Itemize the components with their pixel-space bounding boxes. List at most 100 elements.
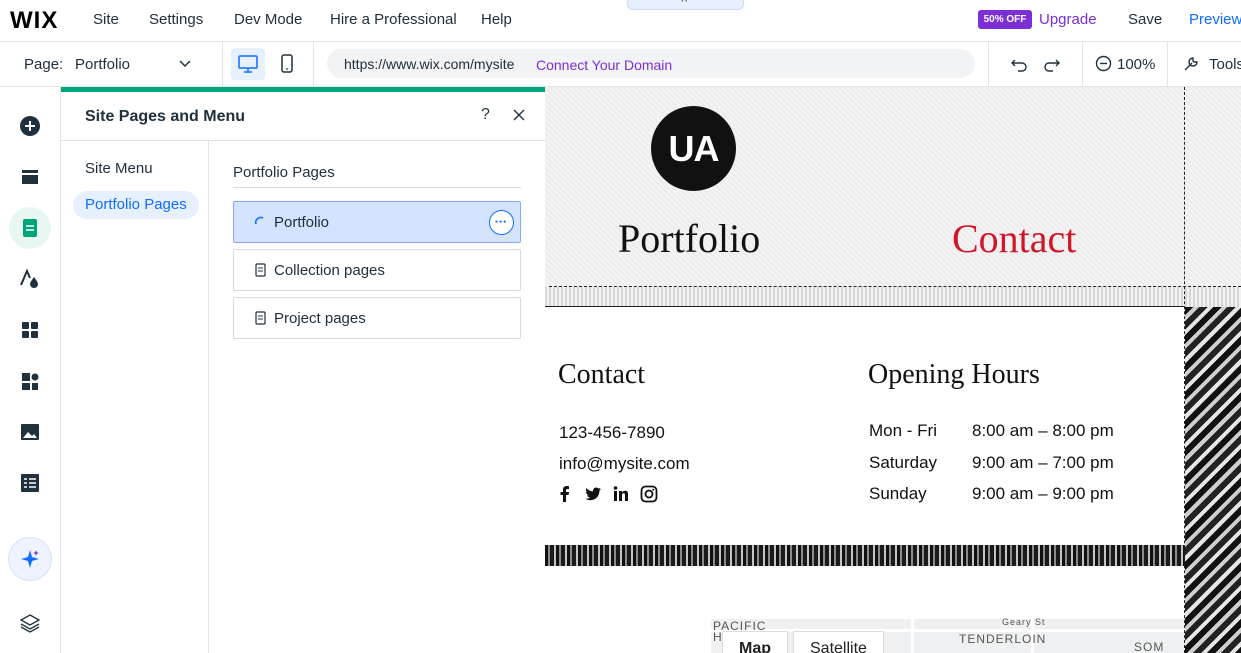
menu-site[interactable]: Site <box>93 11 119 28</box>
page-icon <box>255 263 266 277</box>
preview-button[interactable]: Preview <box>1189 11 1241 28</box>
linkedin-icon[interactable] <box>612 485 630 503</box>
side-photo[interactable] <box>1185 307 1241 653</box>
tools-icon[interactable] <box>1182 55 1200 73</box>
menu-dev-mode[interactable]: Dev Mode <box>234 11 302 28</box>
header-link-portfolio[interactable]: Portfolio <box>618 215 760 262</box>
page-selector[interactable]: Portfolio <box>75 56 130 73</box>
layers-icon <box>19 614 41 633</box>
redo-icon[interactable] <box>1042 54 1062 74</box>
email-text: info@mysite.com <box>559 454 690 473</box>
close-icon[interactable] <box>512 108 526 122</box>
media-button[interactable] <box>9 411 51 453</box>
page-row-label: Project pages <box>274 310 366 327</box>
map-label: Geary St <box>1002 617 1046 627</box>
panel-title: Site Pages and Menu <box>85 108 246 125</box>
editor-toolbar: Page: Portfolio https://www.wix.com/mysi… <box>0 42 1241 87</box>
add-elements-button[interactable] <box>9 105 51 147</box>
header-link-contact[interactable]: Contact <box>952 215 1076 262</box>
pages-button[interactable] <box>9 207 51 249</box>
undo-icon[interactable] <box>1009 54 1029 74</box>
cms-icon <box>21 474 39 492</box>
nav-site-menu[interactable]: Site Menu <box>73 155 165 183</box>
divider <box>1082 42 1083 86</box>
ai-icon <box>21 550 39 568</box>
more-actions-button[interactable] <box>489 210 514 235</box>
hours-day: Saturday <box>869 453 938 472</box>
hours-time: 9:00 am – 7:00 pm <box>972 453 1114 472</box>
mobile-view-button[interactable] <box>277 50 297 78</box>
page-row-label: Collection pages <box>274 262 385 279</box>
instagram-icon[interactable] <box>640 485 658 503</box>
desktop-icon <box>238 55 258 73</box>
left-sidebar <box>0 87 61 653</box>
contact-section[interactable]: Contact 123-456-7890 info@mysite.com Ope… <box>545 307 1185 545</box>
desktop-view-button[interactable] <box>231 48 265 80</box>
loading-spinner-icon <box>254 216 264 225</box>
menus-button[interactable] <box>9 156 51 198</box>
phone-text: 123-456-7890 <box>559 423 665 442</box>
ai-assistant-button[interactable] <box>9 538 51 580</box>
zoom-out-icon[interactable] <box>1095 55 1112 72</box>
map-label: TENDERLOIN <box>959 632 1047 646</box>
tools-button[interactable]: Tools <box>1209 56 1241 73</box>
page-row-label: Portfolio <box>274 214 330 231</box>
save-button[interactable]: Save <box>1128 11 1162 28</box>
apps-button[interactable] <box>9 309 51 351</box>
nav-portfolio-pages[interactable]: Portfolio Pages <box>73 191 199 219</box>
sale-badge: 50% OFF <box>978 10 1032 29</box>
photo-strip[interactable] <box>545 545 1185 566</box>
chevron-up-icon: ˄ <box>681 0 688 6</box>
page-row-portfolio[interactable]: Portfolio <box>233 201 521 243</box>
site-logo[interactable]: UA <box>651 106 736 191</box>
help-icon[interactable]: ? <box>481 106 490 124</box>
hours-day: Sunday <box>869 484 927 503</box>
layers-button[interactable] <box>9 602 51 644</box>
menu-settings[interactable]: Settings <box>149 11 203 28</box>
business-tools-button[interactable] <box>9 360 51 402</box>
divider <box>233 187 521 188</box>
connect-domain-link[interactable]: Connect Your Domain <box>536 57 672 73</box>
apps-icon <box>22 322 38 338</box>
menu-help[interactable]: Help <box>481 11 512 28</box>
map-label: SOM <box>1134 640 1165 653</box>
menus-icon <box>22 170 38 184</box>
zoom-level[interactable]: 100% <box>1117 56 1155 73</box>
page-row-collection-pages[interactable]: Collection pages <box>233 249 521 291</box>
map-widget[interactable]: PACIFIC H TENDERLOIN SOM Geary St Map Sa… <box>711 617 1185 653</box>
pages-icon <box>23 219 37 237</box>
site-url-bar: https://www.wix.com/mysite Connect Your … <box>327 49 975 78</box>
opening-hours-heading: Opening Hours <box>868 359 1040 390</box>
design-icon <box>20 268 38 288</box>
map-tab-map[interactable]: Map <box>722 631 788 653</box>
hours-time: 9:00 am – 9:00 pm <box>972 484 1114 503</box>
portfolio-pages-heading: Portfolio Pages <box>233 164 335 181</box>
divider <box>222 42 223 86</box>
site-url: https://www.wix.com/mysite <box>344 56 515 72</box>
twitter-icon[interactable] <box>584 485 602 503</box>
upgrade-link[interactable]: Upgrade <box>1039 11 1097 28</box>
facebook-icon[interactable] <box>556 485 574 503</box>
more-icon <box>495 220 506 223</box>
panel-nav: Site Menu Portfolio Pages <box>61 141 209 653</box>
site-canvas[interactable]: UA Portfolio Contact Contact 123-456-789… <box>545 87 1241 653</box>
chevron-down-icon[interactable] <box>178 56 192 70</box>
header-texture <box>545 287 1241 307</box>
collapse-toolbar-tab[interactable]: ˄ <box>627 0 744 10</box>
add-icon <box>20 116 40 136</box>
header-guide-line <box>549 286 1241 287</box>
wix-logo: WIX <box>10 7 59 34</box>
top-menubar: WIX Site Settings Dev Mode Hire a Profes… <box>0 0 1241 42</box>
site-header[interactable] <box>545 87 1241 307</box>
contact-heading: Contact <box>558 359 646 390</box>
cms-button[interactable] <box>9 462 51 504</box>
wix-editor: WIX Site Settings Dev Mode Hire a Profes… <box>0 0 1241 653</box>
divider <box>313 42 314 86</box>
design-button[interactable] <box>9 258 51 300</box>
menu-hire-professional[interactable]: Hire a Professional <box>330 11 457 28</box>
grid-guide-line <box>1184 87 1185 653</box>
media-icon <box>21 424 39 440</box>
business-icon <box>22 373 39 390</box>
page-row-project-pages[interactable]: Project pages <box>233 297 521 339</box>
map-tab-satellite[interactable]: Satellite <box>793 631 884 653</box>
